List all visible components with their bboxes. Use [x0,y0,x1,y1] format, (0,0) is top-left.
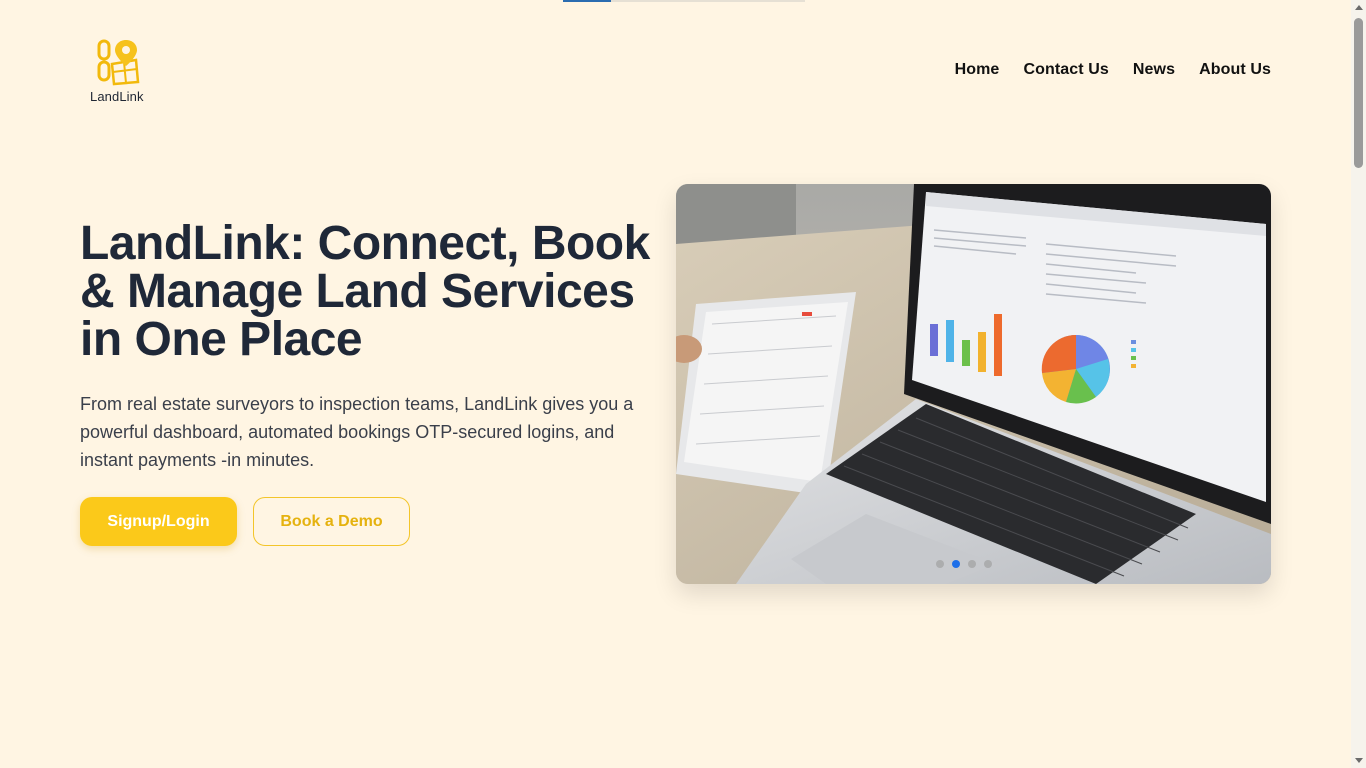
hero-description: From real estate surveyors to inspection… [80,394,634,470]
hero-carousel[interactable] [676,184,1271,584]
scrollbar-thumb[interactable] [1354,18,1363,168]
hero-image-laptop-tablet [676,184,1271,584]
nav-about-us[interactable]: About Us [1199,61,1271,79]
carousel-dot-icon[interactable] [936,560,944,568]
hero-title: LandLink: Connect, Book & Manage Land Se… [80,217,650,366]
nav-news[interactable]: News [1133,61,1175,79]
nav-home[interactable]: Home [955,61,1000,79]
scroll-up-arrow-icon[interactable] [1355,5,1363,10]
signup-login-button[interactable]: Signup/Login [80,497,237,546]
logo-link[interactable]: LandLink [88,38,152,108]
main-nav: Home Contact Us News About Us [955,61,1271,79]
book-demo-button[interactable]: Book a Demo [253,497,410,546]
page-load-progress-fill [563,0,611,2]
carousel-dots [936,560,992,568]
carousel-dot-icon[interactable] [984,560,992,568]
map-pin-logo-icon [97,39,140,86]
nav-contact-us[interactable]: Contact Us [1023,61,1108,79]
logo-text: LandLink [90,89,144,104]
page-load-progress [563,0,805,2]
carousel-dot-icon[interactable] [968,560,976,568]
page-scrollbar[interactable] [1351,0,1366,768]
scroll-down-arrow-icon[interactable] [1355,758,1363,763]
carousel-dot-icon[interactable] [952,560,960,568]
